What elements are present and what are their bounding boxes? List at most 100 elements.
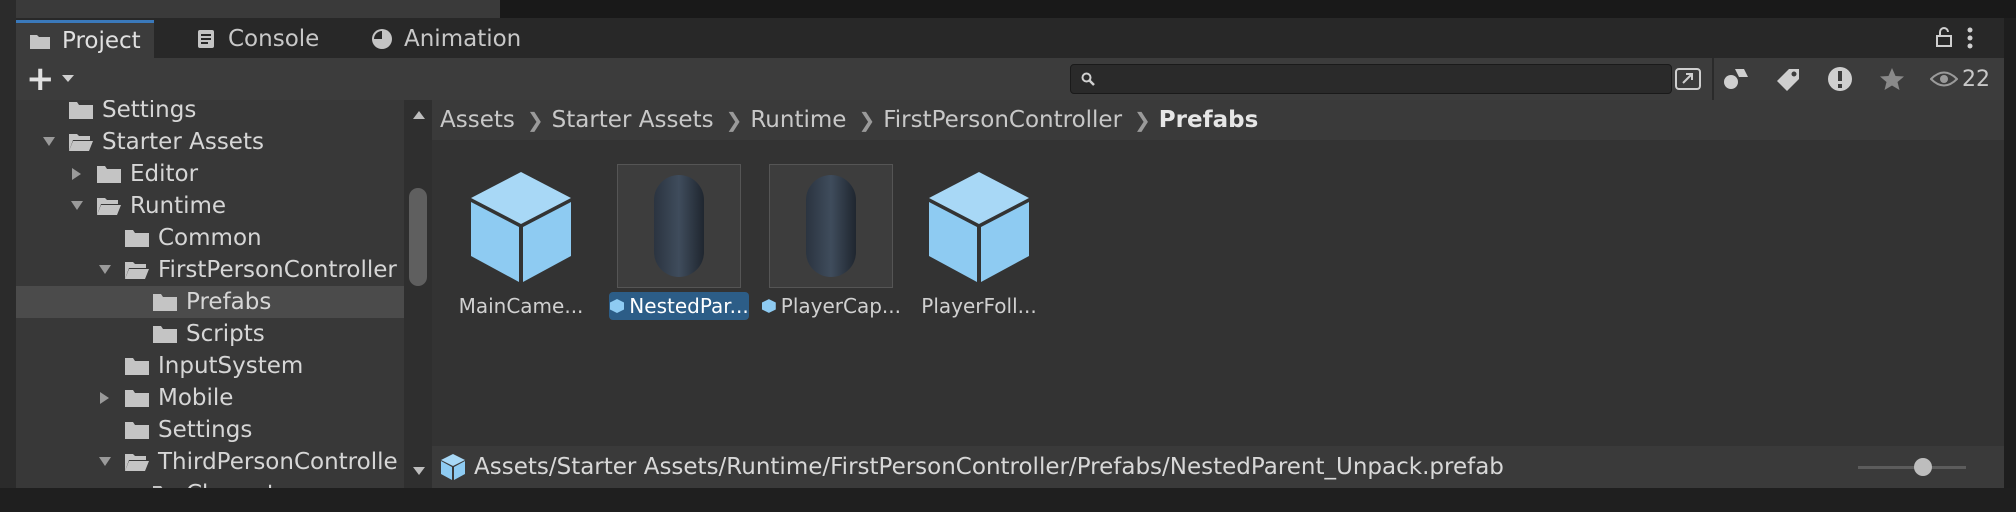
expand-arrow-right-icon[interactable]	[98, 391, 112, 405]
tree-item[interactable]: Common	[16, 222, 404, 254]
breadcrumb: Assets ❯ Starter Assets ❯ Runtime ❯ Firs…	[432, 100, 2004, 140]
folder-icon	[152, 292, 178, 312]
folder-icon	[124, 356, 150, 376]
search-field[interactable]	[1070, 64, 1672, 94]
top-strip-left	[0, 0, 500, 18]
tree-item-label: InputSystem	[158, 353, 304, 379]
tree-item[interactable]: Scripts	[16, 318, 404, 350]
asset-item[interactable]: PlayerFoll...	[917, 164, 1041, 324]
prefab-cube-icon	[459, 164, 583, 288]
breadcrumb-assets[interactable]: Assets	[440, 107, 515, 133]
tree-item[interactable]: Starter Assets	[16, 126, 404, 158]
tree-item-label: Settings	[158, 417, 253, 443]
breadcrumb-prefabs[interactable]: Prefabs	[1159, 107, 1258, 133]
warning-icon	[1828, 67, 1852, 91]
tree-item[interactable]: ThirdPersonControlle	[16, 446, 404, 478]
scroll-down-icon[interactable]	[412, 466, 426, 476]
console-icon	[194, 27, 218, 51]
breadcrumb-runtime[interactable]: Runtime	[750, 107, 846, 133]
folder-icon	[152, 324, 178, 344]
left-edge	[0, 0, 16, 512]
tree-item[interactable]: Runtime	[16, 190, 404, 222]
expand-arrow-down-icon[interactable]	[98, 263, 112, 277]
scroll-up-icon[interactable]	[412, 110, 426, 120]
hidden-count: 22	[1962, 66, 1990, 92]
expand-arrow-down-icon[interactable]	[42, 135, 56, 149]
search-input[interactable]	[1103, 67, 1667, 91]
clock-icon	[370, 27, 394, 51]
tree-item-label: Starter Assets	[102, 129, 264, 155]
create-button[interactable]: +	[26, 62, 82, 96]
capsule-thumbnail	[769, 164, 893, 288]
chevron-right-icon: ❯	[725, 108, 743, 132]
asset-name: NestedPar...	[629, 294, 749, 318]
folder-icon	[124, 420, 150, 440]
folder-icon	[96, 164, 122, 184]
toolbar-divider	[1712, 58, 1714, 100]
tree-item[interactable]: FirstPersonController	[16, 254, 404, 286]
tab-console[interactable]: Console	[194, 20, 319, 58]
log-types-button[interactable]	[1820, 64, 1860, 94]
arrow-spacer	[126, 295, 140, 309]
asset-name-row: PlayerCap...	[761, 292, 901, 320]
search-icon	[1081, 72, 1095, 86]
bottom-bar	[0, 488, 2016, 512]
tab-label: Console	[228, 26, 320, 52]
lock-icon[interactable]	[1934, 26, 1954, 52]
arrow-spacer	[42, 103, 56, 117]
tree-item[interactable]: Editor	[16, 158, 404, 190]
folder-tree: Settings Starter Assets Editor Runtime Commo…	[16, 100, 404, 488]
asset-name-selected: NestedPar...	[609, 292, 749, 320]
tree-item-label: Prefabs	[186, 289, 272, 315]
tree-item[interactable]: Character	[16, 478, 404, 488]
arrow-spacer	[98, 359, 112, 373]
asset-item[interactable]: NestedPar...	[609, 164, 749, 324]
zoom-slider-track[interactable]	[1858, 466, 1966, 469]
eye-icon	[1930, 71, 1958, 87]
search-scope-button[interactable]	[1668, 64, 1708, 94]
more-options-icon[interactable]	[1966, 26, 1974, 54]
expand-arrow-right-icon[interactable]	[70, 167, 84, 181]
chevron-right-icon: ❯	[526, 108, 544, 132]
tree-item-label: ThirdPersonControlle	[158, 449, 398, 475]
shapes-icon	[1724, 69, 1748, 89]
tab-project[interactable]: Project	[16, 20, 154, 58]
chevron-down-icon	[61, 75, 74, 82]
top-strip	[0, 0, 2016, 18]
arrow-spacer	[98, 423, 112, 437]
breadcrumb-starter-assets[interactable]: Starter Assets	[552, 107, 714, 133]
filter-by-label-button[interactable]	[1768, 64, 1808, 94]
folder-open-icon	[96, 196, 122, 216]
tree-item[interactable]: Settings	[16, 100, 404, 126]
tree-item[interactable]: InputSystem	[16, 350, 404, 382]
expand-arrow-down-icon[interactable]	[70, 199, 84, 213]
asset-name: PlayerFoll...	[921, 294, 1037, 318]
hidden-packages-toggle[interactable]: 22	[1930, 64, 1990, 94]
tree-item-label: Mobile	[158, 385, 234, 411]
expand-arrow-down-icon[interactable]	[98, 455, 112, 469]
folder-icon	[28, 29, 52, 53]
tree-item-label: Editor	[130, 161, 199, 187]
tree-item[interactable]: Settings	[16, 414, 404, 446]
zoom-slider-thumb[interactable]	[1913, 458, 1932, 476]
tree-item[interactable]: Prefabs	[16, 286, 404, 318]
capsule-thumbnail	[617, 164, 741, 288]
chevron-right-icon: ❯	[858, 108, 876, 132]
status-bar: Assets/Starter Assets/Runtime/FirstPerso…	[432, 446, 2004, 488]
folder-icon	[124, 388, 150, 408]
folder-open-icon	[68, 132, 94, 152]
breadcrumb-firstpersoncontroller[interactable]: FirstPersonController	[883, 107, 1122, 133]
star-icon	[1880, 68, 1904, 90]
tab-animation[interactable]: Animation	[370, 20, 521, 58]
filter-by-type-button[interactable]	[1716, 64, 1756, 94]
folder-open-icon	[124, 452, 150, 472]
prefab-icon	[441, 454, 465, 480]
asset-name: MainCame...	[458, 294, 584, 318]
asset-item[interactable]: MainCame...	[459, 164, 583, 324]
asset-item[interactable]: PlayerCap...	[761, 164, 901, 324]
tree-item-label: Runtime	[130, 193, 227, 219]
tree-scrollbar[interactable]	[404, 100, 432, 488]
tree-item[interactable]: Mobile	[16, 382, 404, 414]
tree-scroll-thumb[interactable]	[409, 188, 427, 286]
favorites-button[interactable]	[1872, 64, 1912, 94]
